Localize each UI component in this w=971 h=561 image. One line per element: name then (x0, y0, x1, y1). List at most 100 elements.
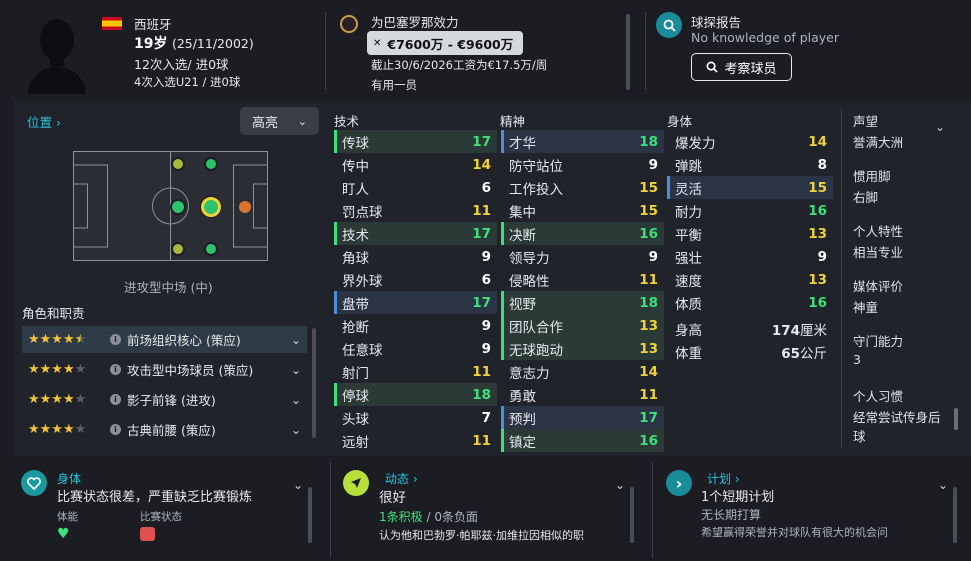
attribute-value: 9 (817, 248, 827, 265)
attribute-row[interactable]: 技术 17 (334, 222, 497, 245)
attribute-row[interactable]: 远射 11 (334, 429, 497, 452)
role-row[interactable]: ★★★★★ i 前场组织核心 (策应) ⌄ (22, 326, 307, 353)
attribute-row[interactable]: 领导力 9 (501, 245, 664, 268)
attribute-name: 无球跑动 (509, 342, 563, 359)
chevron-down-icon[interactable]: ⌄ (291, 393, 301, 407)
highlight-dropdown[interactable]: 高亮 ⌄ (240, 107, 319, 135)
search-icon (656, 12, 682, 38)
header-divider-2 (645, 12, 646, 90)
media-value: 神童 (853, 300, 879, 315)
attribute-row[interactable]: 视野 18 (501, 291, 664, 314)
attribute-row[interactable]: 射门 11 (334, 360, 497, 383)
fitness-text: 比赛状态很差，严重缺乏比赛锻炼 (57, 490, 253, 505)
squad-status: 有用一员 (371, 78, 417, 92)
reputation-chevron-down-icon[interactable]: ⌄ (935, 120, 945, 134)
transfer-value-badge[interactable]: ✕ €7600万 - €9600万 (367, 31, 523, 55)
chevron-down-icon[interactable]: ⌄ (291, 333, 301, 347)
personality-value: 相当专业 (853, 245, 904, 260)
role-name: 影子前锋 (进攻) (127, 393, 216, 408)
attribute-row[interactable]: 工作投入 15 (501, 176, 664, 199)
info-icon[interactable]: i (110, 394, 121, 405)
transfer-value: €7600万 - €9600万 (387, 36, 514, 52)
fitness-scrollbar[interactable] (308, 487, 312, 543)
dynamics-scrollbar[interactable] (630, 487, 634, 543)
spain-flag-icon (102, 17, 122, 30)
role-row[interactable]: ★★★★★ i 影子前锋 (进攻) ⌄ (22, 386, 307, 413)
weight-display: 65公斤 (781, 342, 827, 362)
attribute-value: 9 (481, 340, 491, 357)
info-icon[interactable]: i (110, 364, 121, 375)
attribute-row[interactable]: 灵活 15 (667, 176, 833, 199)
attribute-name: 意志力 (509, 365, 550, 382)
roles-scrollbar[interactable] (312, 328, 316, 438)
attribute-row[interactable]: 意志力 14 (501, 360, 664, 383)
attribute-row[interactable]: 强壮 9 (667, 245, 833, 268)
plans-link[interactable]: 计划 › (707, 470, 740, 487)
attribute-name: 勇敢 (509, 388, 536, 405)
condition-heart-icon: ♥ (57, 526, 70, 542)
plans-title: 计划 (707, 472, 732, 486)
attribute-value: 13 (639, 317, 658, 334)
attribute-row[interactable]: 体质 16 (667, 291, 833, 314)
attribute-row[interactable]: 头球 7 (334, 406, 497, 429)
attribute-row[interactable]: 决断 16 (501, 222, 664, 245)
attribute-row[interactable]: 团队合作 13 (501, 314, 664, 337)
attribute-row[interactable]: 爆发力 14 (667, 130, 833, 153)
attribute-value: 11 (472, 202, 491, 219)
attribute-name: 停球 (342, 388, 369, 405)
attribute-row[interactable]: 盯人 6 (334, 176, 497, 199)
dynamics-link[interactable]: 动态 › (385, 470, 418, 487)
attribute-name: 弹跳 (675, 158, 702, 175)
role-row[interactable]: ★★★★★ i 攻击型中场球员 (策应) ⌄ (22, 356, 307, 383)
info-icon[interactable]: i (110, 424, 121, 435)
attribute-row[interactable]: 抢断 9 (334, 314, 497, 337)
attribute-row[interactable]: 界外球 6 (334, 268, 497, 291)
position-dot-st (239, 201, 251, 213)
attribute-value: 18 (639, 133, 658, 150)
attribute-row[interactable]: 才华 18 (501, 130, 664, 153)
attribute-row[interactable]: 弹跳 8 (667, 153, 833, 176)
role-row[interactable]: ★★★★★ i 古典前腰 (策应) ⌄ (22, 416, 307, 443)
attribute-row[interactable]: 平衡 13 (667, 222, 833, 245)
roles-title: 角色和职责 (22, 306, 85, 321)
plans-scrollbar[interactable] (953, 487, 957, 543)
attribute-row[interactable]: 传球 17 (334, 130, 497, 153)
attribute-row[interactable]: 勇敢 11 (501, 383, 664, 406)
role-rating-stars: ★★★★★ (28, 422, 87, 437)
attribute-row[interactable]: 集中 15 (501, 199, 664, 222)
attribute-value: 17 (472, 133, 491, 150)
attribute-row[interactable]: 无球跑动 13 (501, 337, 664, 360)
attribute-value: 18 (639, 294, 658, 311)
attribute-row[interactable]: 防守站位 9 (501, 153, 664, 176)
attribute-row[interactable]: 速度 13 (667, 268, 833, 291)
goalkeeping-label: 守门能力 (853, 334, 904, 349)
age-line: 19岁 (25/11/2002) (134, 33, 254, 53)
attribute-name: 界外球 (342, 273, 383, 290)
attribute-row[interactable]: 传中 14 (334, 153, 497, 176)
info-icon[interactable]: i (110, 334, 121, 345)
attribute-row[interactable]: 盘带 17 (334, 291, 497, 314)
attribute-value: 9 (648, 156, 658, 173)
dynamics-chevron-down-icon[interactable]: ⌄ (615, 478, 625, 492)
attribute-row[interactable]: 预判 17 (501, 406, 664, 429)
attribute-row[interactable]: 罚点球 11 (334, 199, 497, 222)
scout-player-button[interactable]: 考察球员 (691, 53, 792, 81)
reputation-value: 誉满大洲 (853, 135, 904, 150)
position-dot-am-center (201, 197, 221, 217)
chevron-down-icon[interactable]: ⌄ (291, 363, 301, 377)
attribute-value: 11 (472, 363, 491, 380)
attribute-row[interactable]: 镇定 16 (501, 429, 664, 452)
sidebar-scrollbar[interactable] (954, 408, 958, 430)
attribute-row[interactable]: 停球 18 (334, 383, 497, 406)
attribute-row[interactable]: 耐力 16 (667, 199, 833, 222)
attribute-row[interactable]: 侵略性 11 (501, 268, 664, 291)
plans-chevron-down-icon[interactable]: ⌄ (938, 478, 948, 492)
attribute-value: 16 (639, 432, 658, 449)
header-scrollbar[interactable] (626, 14, 630, 90)
attribute-row[interactable]: 任意球 9 (334, 337, 497, 360)
position-link[interactable]: 位置 › (27, 112, 61, 131)
fitness-chevron-down-icon[interactable]: ⌄ (293, 478, 303, 492)
header-divider-1 (325, 12, 326, 90)
attribute-row[interactable]: 角球 9 (334, 245, 497, 268)
chevron-down-icon[interactable]: ⌄ (291, 423, 301, 437)
